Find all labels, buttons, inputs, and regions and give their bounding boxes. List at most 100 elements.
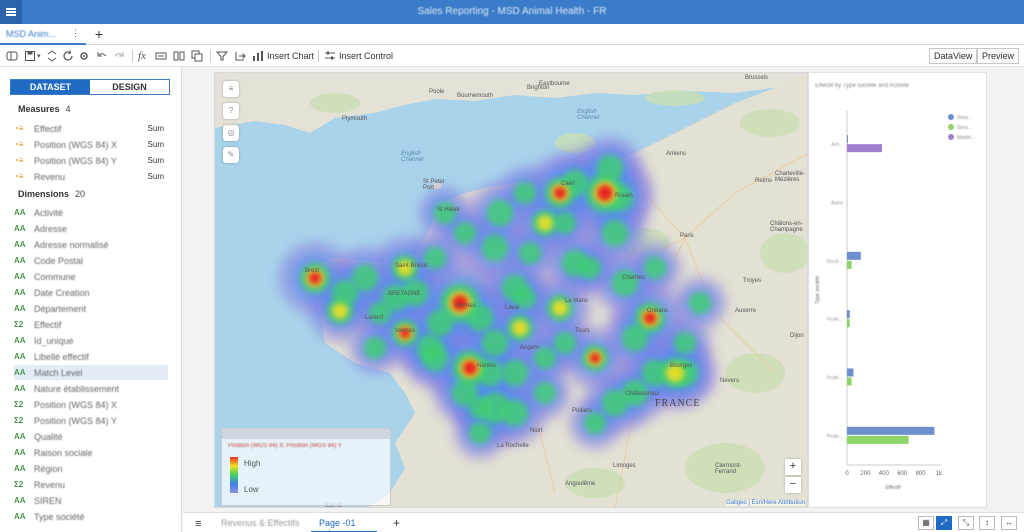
dimension-item[interactable]: Σ2 Effectif <box>14 317 168 332</box>
dimension-item[interactable]: Σ2 Position (WGS 84) X <box>14 397 168 412</box>
measure-icon: ◔≡ <box>14 156 24 165</box>
dimension-item[interactable]: AA Activité <box>14 205 168 220</box>
export-icon[interactable] <box>46 48 58 64</box>
measure-item[interactable]: ◔≡ Position (WGS 84) Y Sum <box>14 153 168 168</box>
legend-label-0: Gros... <box>957 115 972 121</box>
dimension-item[interactable]: AA Id_unique <box>14 333 168 348</box>
insert-chart-button[interactable]: Insert Chart <box>252 48 314 64</box>
undo-icon[interactable] <box>96 48 108 64</box>
map-label-nantes: Nantes <box>477 363 497 369</box>
measures-count: 4 <box>65 104 71 114</box>
dimension-item[interactable]: AA Adresse <box>14 221 168 236</box>
dimension-item[interactable]: Σ2 Revenu <box>14 477 168 492</box>
pin-icon[interactable]: ✎ <box>223 147 239 163</box>
insert-control-button[interactable]: Insert Control <box>324 48 393 64</box>
map-label-amiens: Amiens <box>666 151 687 157</box>
dimension-item[interactable]: AA Département <box>14 301 168 316</box>
add-page-button[interactable]: + <box>385 513 408 532</box>
layers-icon[interactable]: ≡ <box>223 81 239 97</box>
bar-4-0 <box>847 368 854 377</box>
map-label-la-rochelle: La Rochelle <box>497 443 529 449</box>
map-attribution[interactable]: Galigeo | Esri/Here Attribution <box>726 500 805 506</box>
settings-icon[interactable] <box>78 48 90 64</box>
legend-swatch-2 <box>948 134 954 140</box>
fit-page-icon[interactable]: ⤢ <box>936 516 952 530</box>
map-label-laval: Laval <box>505 305 520 311</box>
map-label-clermont: Clermont- Ferrand <box>715 463 742 475</box>
dimension-item[interactable]: Σ2 Position (WGS 84) Y <box>14 413 168 428</box>
page-tab-active[interactable]: Page -01 ⋮ <box>311 513 377 532</box>
measure-aggregation[interactable]: Sum <box>148 156 164 165</box>
heatmap-legend: Position (WGS 84) X, Position (WGS 84) Y… <box>221 428 391 506</box>
dimension-item[interactable]: AA Adresse normalisé <box>14 237 168 252</box>
link-out-icon[interactable] <box>234 48 246 64</box>
grid-view-icon[interactable]: ▦ <box>918 516 934 530</box>
measure-aggregation[interactable]: Sum <box>148 124 164 133</box>
measure-aggregation[interactable]: Sum <box>148 140 164 149</box>
dataview-button[interactable]: DataView <box>929 48 978 64</box>
dimension-item[interactable]: AA Raison sociale <box>14 445 168 460</box>
duplicate-icon[interactable] <box>191 48 203 64</box>
measure-icon: ◔≡ <box>14 172 24 181</box>
dimension-item[interactable]: AA Région <box>14 461 168 476</box>
dimension-name: Type société <box>34 511 85 522</box>
text-box-icon[interactable] <box>155 48 167 64</box>
dimension-name: Id_unique <box>34 335 74 346</box>
dimension-name: Région <box>34 463 63 474</box>
document-tab-label: MSD Anim... <box>6 29 57 39</box>
dataset-tab[interactable]: DATASET <box>11 80 90 94</box>
heatmap-map[interactable]: Brussels Bournemouth Brighton Eastbourne Ply… <box>214 72 808 508</box>
help-icon[interactable]: ? <box>223 103 239 119</box>
document-tab[interactable]: MSD Anim... ⋮ <box>0 24 86 45</box>
legend-header[interactable] <box>222 429 390 439</box>
zoom-in-button[interactable]: + <box>785 459 801 475</box>
x-tick-label: 200 <box>860 471 871 477</box>
add-document-tab-button[interactable]: + <box>90 26 108 43</box>
measure-item[interactable]: ◔≡ Position (WGS 84) X Sum <box>14 137 168 152</box>
redo-icon[interactable] <box>113 48 125 64</box>
sliders-icon <box>325 51 335 60</box>
bar-chart-panel[interactable]: Effectif by Type société and Activité 02… <box>808 72 987 508</box>
dimension-item[interactable]: AA SIREN <box>14 493 168 508</box>
bar-4-1 <box>847 377 852 386</box>
dimension-type-icon: AA <box>14 288 26 297</box>
columns-icon[interactable] <box>173 48 185 64</box>
dimension-type-icon: Σ2 <box>14 400 24 409</box>
formula-icon[interactable]: fx <box>138 48 146 64</box>
measure-item[interactable]: ◔≡ Effectif Sum <box>14 121 168 136</box>
dimension-name: Libellé effectif <box>34 351 89 362</box>
dimension-item[interactable]: AA Match Level <box>14 365 168 380</box>
dimension-item[interactable]: AA Nature établissement <box>14 381 168 396</box>
design-tab[interactable]: DESIGN <box>90 80 169 94</box>
fit-width-icon[interactable]: ⤡ <box>958 516 974 530</box>
tab-menu-icon[interactable]: ⋮ <box>71 28 80 39</box>
locate-icon[interactable]: ◎ <box>223 125 239 141</box>
map-label-chateauroux: Châteauroux <box>625 391 660 397</box>
pages-menu-icon[interactable]: ≡ <box>187 513 209 532</box>
save-icon[interactable]: ▾ <box>24 48 41 64</box>
page-tab-revenus[interactable]: Revenus & Effectifs <box>213 513 307 532</box>
preview-button[interactable]: Preview <box>977 48 1020 64</box>
actual-size-icon[interactable]: ↔ <box>1001 516 1017 530</box>
dimension-item[interactable]: AA Commune <box>14 269 168 284</box>
page-tab-menu-icon[interactable]: ⋮ <box>325 528 334 532</box>
insert-control-label: Insert Control <box>339 51 394 61</box>
dimension-item[interactable]: AA Qualité <box>14 429 168 444</box>
dimension-item[interactable]: AA Code Postal <box>14 253 168 268</box>
measure-item[interactable]: ◔≡ Revenu Sum <box>14 169 168 184</box>
dimensions-count: 20 <box>75 189 86 199</box>
bar-3-1 <box>847 319 850 328</box>
refresh-icon[interactable] <box>62 48 74 64</box>
dimension-type-icon: AA <box>14 256 26 265</box>
map-label-bournemouth: Bournemouth <box>457 93 494 99</box>
dimension-item[interactable]: AA Type société <box>14 509 168 524</box>
filter-icon[interactable] <box>216 48 228 64</box>
panel-toggle-icon[interactable] <box>6 48 18 64</box>
fit-height-icon[interactable]: ↕ <box>979 516 995 530</box>
map-label-orleans: Orléans <box>647 308 669 314</box>
dimension-item[interactable]: AA Libellé effectif <box>14 349 168 364</box>
dimension-item[interactable]: AA Date Creation <box>14 285 168 300</box>
zoom-out-button[interactable]: − <box>785 477 801 493</box>
category-label: Profe... <box>827 434 843 440</box>
measure-aggregation[interactable]: Sum <box>148 172 164 181</box>
